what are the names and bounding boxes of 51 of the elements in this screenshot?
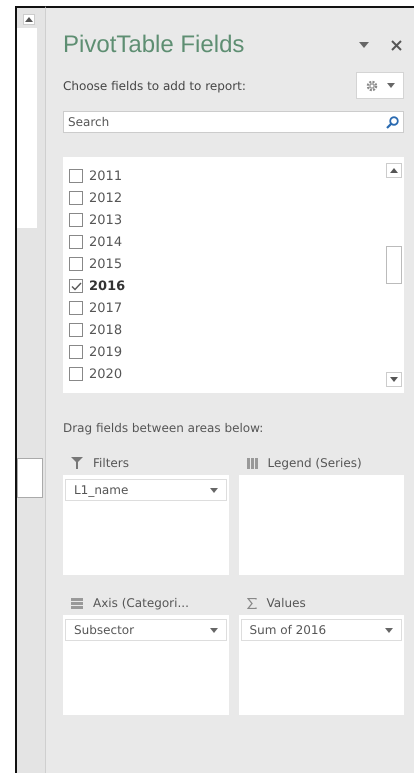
area-label: Filters (93, 456, 129, 470)
field-dropdown[interactable]: L1_name (65, 479, 226, 501)
field-item[interactable]: 2020 (69, 363, 122, 385)
up-arrow-icon (390, 168, 398, 173)
checkbox[interactable] (69, 169, 83, 183)
checkbox[interactable] (69, 345, 83, 359)
field-item[interactable]: 2014 (69, 231, 122, 253)
area-label: Axis (Categori... (93, 596, 189, 610)
field-item[interactable]: 2019 (69, 341, 122, 363)
field-item[interactable]: 2016 (69, 275, 126, 297)
checkbox[interactable] (69, 257, 83, 271)
down-arrow-icon (390, 377, 398, 382)
scroll-up-button[interactable] (386, 163, 402, 178)
dropdown-icon[interactable] (359, 42, 369, 48)
caret-icon (387, 83, 395, 88)
field-item[interactable]: 2018 (69, 319, 122, 341)
checkbox[interactable] (69, 191, 83, 205)
instruction-text: Choose fields to add to report: (63, 78, 246, 92)
field-item[interactable]: 2015 (69, 253, 122, 275)
cell-box (17, 458, 43, 498)
checkbox[interactable] (69, 367, 83, 381)
filter-icon (71, 457, 83, 469)
pane-title: PivotTable Fields (63, 31, 244, 59)
caret-icon (210, 488, 218, 492)
close-icon[interactable] (391, 40, 402, 50)
checkbox[interactable] (69, 213, 83, 227)
scroll-up-icon[interactable] (23, 14, 35, 25)
field-dropdown[interactable]: Sum of 2016 (240, 619, 402, 641)
checkbox[interactable] (69, 323, 83, 337)
checkbox[interactable] (69, 279, 83, 293)
search-icon[interactable] (386, 116, 399, 129)
caret-icon (210, 628, 218, 632)
field-item[interactable]: 2011 (69, 165, 122, 187)
drag-hint: Drag fields between areas below: (63, 421, 264, 435)
field-item[interactable]: 2012 (69, 187, 122, 209)
caret-icon (385, 628, 393, 632)
columns-icon (246, 458, 258, 468)
sigma-icon (246, 598, 256, 608)
field-item[interactable]: 2013 (69, 209, 122, 231)
scroll-thumb[interactable] (386, 246, 402, 284)
field-item[interactable]: 2017 (69, 297, 122, 319)
gear-icon (365, 78, 379, 92)
rows-icon (71, 598, 83, 608)
area-label: Legend (Series) (268, 456, 362, 470)
search-field[interactable]: Search (63, 111, 404, 133)
scroll-down-button[interactable] (386, 372, 402, 387)
field-dropdown[interactable]: Subsector (65, 619, 226, 641)
checkbox[interactable] (69, 301, 83, 315)
tools-button[interactable] (356, 72, 404, 99)
checkbox[interactable] (69, 235, 83, 249)
area-label: Values (266, 596, 306, 610)
